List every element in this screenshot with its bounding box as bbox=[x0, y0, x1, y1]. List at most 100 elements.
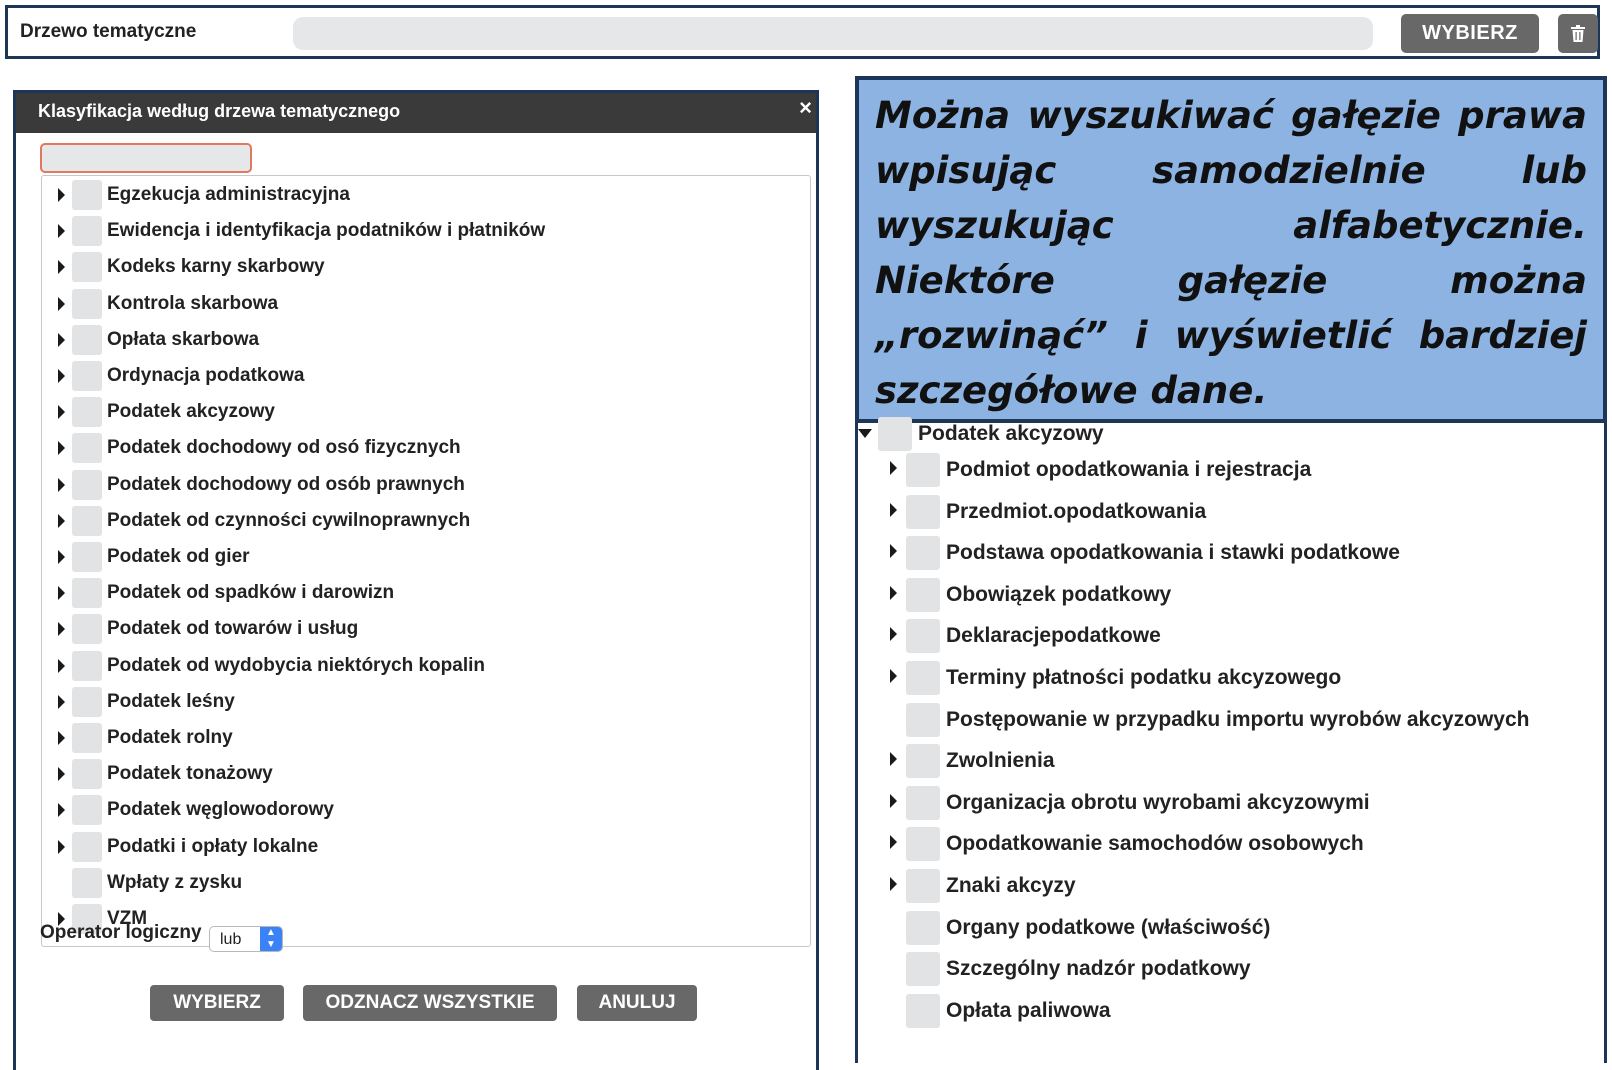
caret-right-icon[interactable] bbox=[58, 441, 65, 456]
tree-item-checkbox[interactable] bbox=[906, 536, 940, 571]
tree-item[interactable]: Opłata paliwowa bbox=[858, 993, 1604, 1028]
caret-right-icon[interactable] bbox=[890, 877, 897, 891]
dialog-choose-button[interactable]: WYBIERZ bbox=[150, 985, 284, 1021]
tree-item-checkbox[interactable] bbox=[72, 578, 102, 609]
tree-item[interactable]: Podatek akcyzowy bbox=[858, 417, 1604, 451]
caret-right-icon[interactable] bbox=[58, 224, 65, 239]
tree-item-checkbox[interactable] bbox=[906, 494, 940, 529]
tree-item[interactable]: Podatek od czynności cywilnoprawnych bbox=[42, 505, 810, 538]
caret-right-icon[interactable] bbox=[58, 260, 65, 275]
tree-item[interactable]: Podatki i opłaty lokalne bbox=[42, 831, 810, 864]
tree-item-checkbox[interactable] bbox=[72, 216, 102, 247]
tree-search-input[interactable] bbox=[40, 143, 252, 173]
caret-right-icon[interactable] bbox=[890, 502, 897, 517]
tree-item[interactable]: Obowiązek podatkowy bbox=[858, 577, 1604, 612]
tree-item[interactable]: Kodeks karny skarbowy bbox=[42, 252, 810, 284]
caret-right-icon[interactable] bbox=[58, 550, 65, 564]
caret-right-icon[interactable] bbox=[58, 369, 65, 383]
tree-item[interactable]: Podatek od wydobycia niektórych kopalin bbox=[42, 650, 810, 683]
tree-item-checkbox[interactable] bbox=[72, 397, 102, 428]
tree-item[interactable]: Ewidencja i identyfikacja podatników i p… bbox=[42, 216, 810, 248]
tree-item-checkbox[interactable] bbox=[72, 831, 102, 862]
tree-item-checkbox[interactable] bbox=[906, 453, 940, 487]
tree-item[interactable]: Szczególny nadzór podatkowy bbox=[858, 952, 1604, 987]
tree-item-checkbox[interactable] bbox=[72, 795, 102, 826]
caret-right-icon[interactable] bbox=[890, 669, 897, 683]
caret-right-icon[interactable] bbox=[58, 803, 65, 818]
tree-item[interactable]: Podatek od spadków i darowizn bbox=[42, 578, 810, 610]
choose-button[interactable]: WYBIERZ bbox=[1401, 14, 1539, 53]
tree-item-checkbox[interactable] bbox=[72, 505, 102, 536]
caret-right-icon[interactable] bbox=[58, 839, 65, 854]
tree-item-checkbox[interactable] bbox=[72, 324, 102, 355]
tree-item[interactable]: Opodatkowanie samochodów osobowych bbox=[858, 827, 1604, 862]
tree-item-checkbox[interactable] bbox=[878, 417, 912, 451]
tree-item-checkbox[interactable] bbox=[72, 433, 102, 464]
caret-right-icon[interactable] bbox=[890, 544, 897, 559]
tree-item-checkbox[interactable] bbox=[72, 614, 102, 645]
caret-right-icon[interactable] bbox=[58, 296, 65, 311]
tree-item-checkbox[interactable] bbox=[72, 759, 102, 790]
caret-right-icon[interactable] bbox=[890, 461, 897, 475]
tree-item[interactable]: Wpłaty z zysku bbox=[42, 867, 810, 900]
caret-right-icon[interactable] bbox=[890, 752, 897, 767]
tree-item[interactable]: Terminy płatności podatku akcyzowego bbox=[858, 661, 1604, 695]
caret-right-icon[interactable] bbox=[890, 627, 897, 642]
tree-item[interactable]: Organy podatkowe (właściwość) bbox=[858, 910, 1604, 945]
tree-item[interactable]: Podatek dochodowy od osó fizycznych bbox=[42, 433, 810, 465]
tree-item[interactable]: Podatek od gier bbox=[42, 542, 810, 574]
tree-item-checkbox[interactable] bbox=[72, 542, 102, 572]
caret-down-icon[interactable] bbox=[858, 429, 872, 438]
tree-item[interactable]: Podatek od towarów i usług bbox=[42, 614, 810, 646]
caret-right-icon[interactable] bbox=[58, 477, 65, 492]
tree-item[interactable]: Podatek węglowodorowy bbox=[42, 795, 810, 827]
caret-right-icon[interactable] bbox=[890, 585, 897, 600]
caret-right-icon[interactable] bbox=[58, 658, 65, 673]
tree-item-checkbox[interactable] bbox=[906, 619, 940, 654]
tree-list[interactable]: Egzekucja administracyjna Ewidencja i ide… bbox=[41, 175, 811, 947]
caret-right-icon[interactable] bbox=[58, 622, 65, 637]
caret-right-icon[interactable] bbox=[890, 793, 897, 808]
tree-item[interactable]: Podatek leśny bbox=[42, 686, 810, 719]
tree-item-checkbox[interactable] bbox=[906, 952, 940, 987]
tree-item[interactable]: Postępowanie w przypadku importu wyrobów… bbox=[858, 702, 1604, 737]
caret-right-icon[interactable] bbox=[58, 731, 65, 745]
tree-item[interactable]: Podatek tonażowy bbox=[42, 759, 810, 791]
tree-item-checkbox[interactable] bbox=[72, 686, 102, 717]
topic-tree-value-field[interactable] bbox=[293, 17, 1373, 50]
tree-item[interactable]: Ordynacja podatkowa bbox=[42, 361, 810, 393]
tree-item[interactable]: Podmiot opodatkowania i rejestracja bbox=[858, 453, 1604, 487]
caret-right-icon[interactable] bbox=[58, 694, 65, 709]
tree-item[interactable]: Kontrola skarbowa bbox=[42, 288, 810, 321]
tree-item-checkbox[interactable] bbox=[906, 661, 940, 695]
caret-right-icon[interactable] bbox=[58, 188, 65, 202]
tree-item[interactable]: Znaki akcyzy bbox=[858, 869, 1604, 903]
tree-item[interactable]: Deklaracjepodatkowe bbox=[858, 619, 1604, 654]
tree-item[interactable]: Zwolnienia bbox=[858, 744, 1604, 779]
tree-item-checkbox[interactable] bbox=[906, 702, 940, 737]
tree-item-checkbox[interactable] bbox=[906, 827, 940, 862]
uncheck-all-button[interactable]: ODZNACZ WSZYSTKIE bbox=[303, 985, 557, 1021]
tree-item-checkbox[interactable] bbox=[906, 869, 940, 903]
tree-item-checkbox[interactable] bbox=[906, 744, 940, 779]
tree-item-checkbox[interactable] bbox=[906, 993, 940, 1028]
caret-right-icon[interactable] bbox=[58, 586, 65, 601]
tree-item-checkbox[interactable] bbox=[72, 288, 102, 319]
tree-item-checkbox[interactable] bbox=[72, 252, 102, 283]
tree-item[interactable]: Egzekucja administracyjna bbox=[42, 180, 810, 212]
tree-item[interactable]: Podstawa opodatkowania i stawki podatkow… bbox=[858, 536, 1604, 571]
tree-item[interactable]: Opłata skarbowa bbox=[42, 324, 810, 357]
tree-item-checkbox[interactable] bbox=[72, 723, 102, 753]
tree-item[interactable]: Podatek rolny bbox=[42, 723, 810, 755]
caret-right-icon[interactable] bbox=[58, 513, 65, 528]
caret-right-icon[interactable] bbox=[890, 835, 897, 850]
tree-item-checkbox[interactable] bbox=[906, 577, 940, 612]
tree-item-checkbox[interactable] bbox=[72, 867, 102, 898]
tree-item[interactable]: Organizacja obrotu wyrobami akcyzowymi bbox=[858, 785, 1604, 820]
tree-item-checkbox[interactable] bbox=[72, 180, 102, 210]
close-icon[interactable]: × bbox=[799, 95, 812, 121]
tree-item[interactable]: Podatek dochodowy od osób prawnych bbox=[42, 469, 810, 502]
clear-button[interactable] bbox=[1558, 14, 1598, 53]
tree-item-checkbox[interactable] bbox=[72, 469, 102, 500]
tree-item-checkbox[interactable] bbox=[72, 650, 102, 681]
